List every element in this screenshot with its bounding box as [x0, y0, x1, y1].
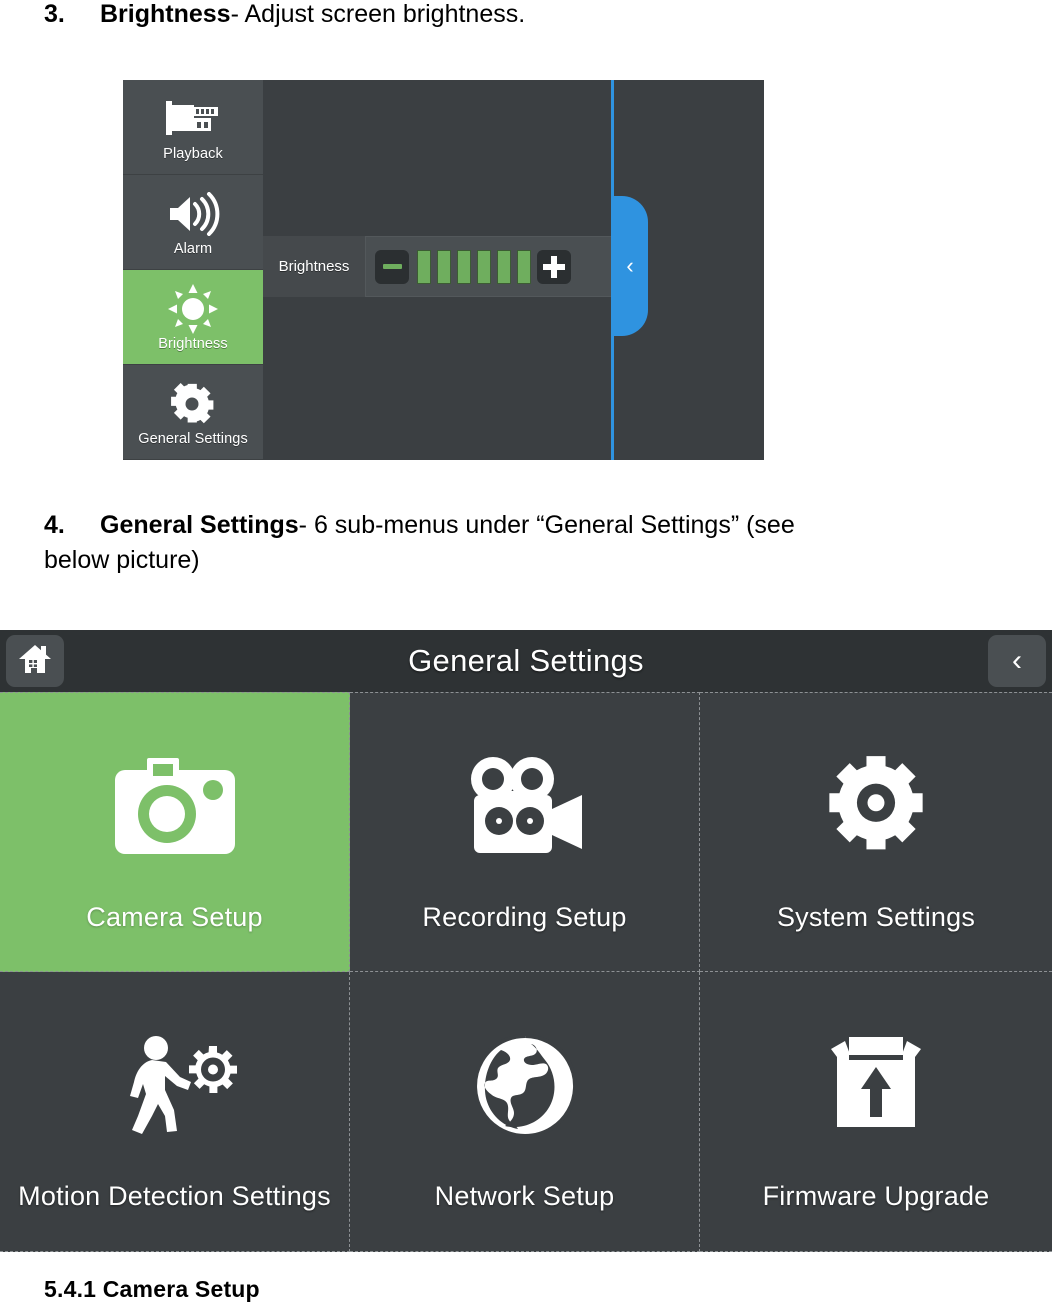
brightness-level-bar: [497, 249, 511, 284]
tile-label: Firmware Upgrade: [762, 1181, 990, 1211]
brightness-level-indicator[interactable]: [417, 249, 531, 284]
tile-label: Network Setup: [434, 1181, 615, 1211]
brightness-control: [366, 236, 615, 297]
general-settings-figure: General Settings ‹ Camera Setup Recordin…: [0, 630, 1052, 1252]
brightness-level-bar: [437, 249, 451, 284]
speaker-wave-icon: [164, 188, 222, 240]
brightness-control-row: Brightness: [263, 236, 615, 297]
sun-icon: [168, 283, 218, 335]
tile-recording-setup[interactable]: Recording Setup: [350, 692, 700, 972]
brightness-increase-button[interactable]: [537, 249, 571, 284]
general-settings-header: General Settings ‹: [0, 630, 1052, 692]
brightness-level-bar: [517, 249, 531, 284]
step-4-term: General Settings: [100, 511, 299, 539]
sidebar-item-playback[interactable]: Playback: [123, 80, 263, 175]
tile-motion-detection-settings[interactable]: Motion Detection Settings: [0, 972, 350, 1252]
tile-label: Motion Detection Settings: [18, 1181, 331, 1211]
walking-person-gear-icon: [108, 1011, 242, 1161]
sidebar-item-label: Brightness: [158, 335, 228, 352]
sidebar-item-general-settings[interactable]: General Settings: [123, 365, 263, 460]
tile-label: Camera Setup: [86, 901, 263, 932]
tile-firmware-upgrade[interactable]: Firmware Upgrade: [700, 972, 1052, 1252]
brightness-level-bar: [417, 249, 431, 284]
tile-label: Recording Setup: [422, 901, 627, 932]
brightness-decrease-button[interactable]: [375, 249, 409, 284]
tile-system-settings[interactable]: System Settings: [700, 692, 1052, 972]
tile-network-setup[interactable]: Network Setup: [350, 972, 700, 1252]
step-3-description: - Adjust screen brightness.: [230, 0, 526, 28]
gear-icon: [823, 732, 929, 882]
menu-collapse-tab[interactable]: ‹: [612, 196, 648, 336]
home-button[interactable]: [6, 635, 64, 687]
step-4-continuation: below picture): [44, 546, 200, 574]
plus-icon: [543, 255, 565, 278]
step-3-term: Brightness: [100, 0, 231, 28]
tile-label: System Settings: [776, 901, 976, 932]
minus-icon: [382, 264, 402, 269]
brightness-control-label: Brightness: [263, 236, 366, 297]
globe-icon: [471, 1011, 579, 1161]
movie-camera-icon: [460, 732, 590, 882]
tile-camera-setup[interactable]: Camera Setup: [0, 692, 350, 972]
step-3-text: 3. Brightness- Adjust screen brightness.: [44, 2, 525, 27]
chevron-left-icon: ‹: [1012, 644, 1022, 677]
brightness-level-bar: [477, 249, 491, 284]
osd-sidebar: Playback Alarm Brightness General Settin…: [123, 80, 263, 460]
section-heading: 5.4.1 Camera Setup: [44, 1276, 260, 1302]
box-upload-icon: [821, 1011, 931, 1161]
brightness-osd-figure: Playback Alarm Brightness General Settin…: [123, 80, 764, 460]
sidebar-item-label: General Settings: [138, 430, 248, 447]
sidebar-item-label: Playback: [163, 145, 223, 162]
gear-icon: [171, 378, 215, 430]
page-title: General Settings: [408, 643, 644, 678]
back-button[interactable]: ‹: [988, 635, 1046, 687]
film-roll-icon: [164, 93, 222, 145]
home-icon: [18, 643, 52, 680]
sidebar-item-alarm[interactable]: Alarm: [123, 175, 263, 270]
brightness-level-bar: [457, 249, 471, 284]
sidebar-item-brightness[interactable]: Brightness: [123, 270, 263, 365]
step-3-number: 3.: [44, 0, 65, 28]
sidebar-item-label: Alarm: [173, 240, 213, 257]
camera-icon: [113, 732, 237, 882]
step-4-description: - 6 sub-menus under “General Settings” (…: [298, 511, 795, 539]
chevron-left-icon: ‹: [626, 253, 634, 278]
general-settings-grid: Camera Setup Recording Setup System Sett…: [0, 692, 1052, 1252]
